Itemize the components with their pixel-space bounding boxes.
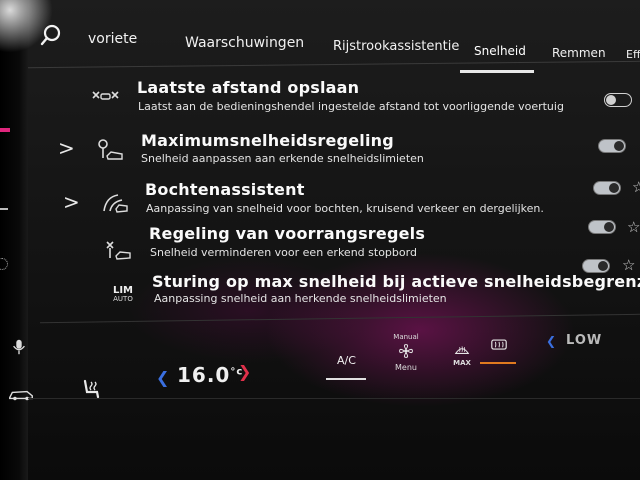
tab-waarschuwingen[interactable]: Waarschuwingen	[185, 35, 304, 51]
chevron-right-icon[interactable]: >	[58, 136, 75, 160]
chevron-right-icon[interactable]: >	[63, 190, 80, 214]
tab-favorieten[interactable]: voriete	[88, 31, 137, 47]
windshield-defrost-icon	[454, 346, 470, 354]
favorite-star-icon[interactable]: ☆	[622, 256, 635, 274]
setting-row-max-speed-limiter[interactable]: LIM AUTO Sturing op max snelheid bij act…	[0, 259, 640, 312]
setting-row-curve-assist[interactable]: > Bochtenassistent Aanpassing van snelhe…	[0, 178, 621, 224]
toggle-max-speed-limiter[interactable]	[582, 259, 610, 273]
distance-icon	[92, 91, 119, 100]
tab-effect[interactable]: Eff	[626, 48, 640, 61]
microphone-icon[interactable]	[10, 338, 28, 356]
temperature-number: 16.0	[177, 363, 231, 387]
menu-label: Menu	[395, 363, 417, 372]
fan-level-value: LOW	[566, 333, 603, 348]
toggle-knob	[609, 183, 619, 193]
right-of-way-icon	[106, 241, 131, 260]
setting-title: Maximumsnelheidsregeling	[141, 131, 394, 150]
setting-subtitle: Snelheid verminderen voor een erkend sto…	[150, 246, 417, 259]
setting-title: Regeling van voorrangsregels	[149, 224, 426, 243]
settings-bottom-divider	[40, 313, 640, 324]
fan-mode-label: Manual	[393, 333, 419, 341]
fan-menu-button[interactable]: Manual Menu	[386, 333, 426, 375]
infotainment-screen: voriete Waarschuwingen Rijstrookassisten…	[0, 0, 640, 480]
max-defrost-button[interactable]: MAX	[448, 340, 476, 367]
auto-label: AUTO	[113, 295, 133, 303]
tab-divider	[28, 60, 640, 69]
tab-rijstrookassistentie[interactable]: Rijstrookassistentie	[333, 39, 459, 54]
temperature-down-button[interactable]: ❮	[156, 368, 169, 387]
speed-limit-icon	[98, 139, 123, 160]
car-icon[interactable]	[8, 388, 34, 402]
climate-bottom-divider	[28, 398, 640, 399]
toggle-last-distance[interactable]	[604, 93, 632, 107]
tab-remmen[interactable]: Remmen	[552, 46, 606, 60]
setting-subtitle: Snelheid aanpassen aan erkende snelheids…	[141, 152, 424, 165]
setting-title: Laatste afstand opslaan	[137, 78, 360, 97]
active-tab-indicator	[460, 70, 534, 73]
tab-snelheid[interactable]: Snelheid	[474, 44, 526, 58]
toggle-knob	[598, 261, 608, 271]
toggle-curve-assist[interactable]	[593, 181, 621, 195]
setting-title: Bochtenassistent	[145, 180, 305, 199]
search-icon[interactable]	[40, 24, 64, 48]
fan-icon	[399, 344, 413, 358]
favorite-star-icon[interactable]: ☆	[627, 218, 640, 236]
toggle-max-speed[interactable]	[598, 139, 626, 153]
lim-label: LIM	[112, 285, 134, 296]
max-label: MAX	[453, 359, 471, 367]
seat-heating-icon[interactable]	[80, 378, 102, 400]
rear-defrost-icon[interactable]	[490, 338, 508, 353]
temperature-value: 16.0°c	[177, 363, 243, 387]
favorite-star-icon[interactable]: ☆	[632, 178, 640, 196]
fan-level-down-button[interactable]: ❮	[546, 334, 556, 348]
setting-subtitle: Aanpassing snelheid aan herkende snelhei…	[154, 292, 447, 305]
toggle-knob	[614, 141, 624, 151]
toggle-knob	[606, 95, 616, 105]
setting-subtitle: Laatst aan de bedieningshendel ingesteld…	[138, 100, 564, 113]
toggle-right-of-way[interactable]	[588, 220, 616, 234]
setting-row-max-speed[interactable]: > Maximumsnelheidsregeling Snelheid aanp…	[0, 128, 626, 174]
ac-button[interactable]: A/C	[337, 354, 356, 367]
rear-defrost-active-indicator	[480, 362, 516, 364]
curve-assist-icon	[103, 194, 128, 213]
toggle-knob	[604, 222, 614, 232]
setting-row-last-distance[interactable]: Laatste afstand opslaan Laatst aan de be…	[0, 74, 632, 120]
temperature-up-button[interactable]: ❯	[238, 362, 251, 381]
ac-active-indicator	[326, 378, 366, 380]
setting-subtitle: Aanpassing van snelheid voor bochten, kr…	[146, 202, 544, 215]
lim-auto-icon: LIM AUTO	[110, 286, 136, 304]
setting-title: Sturing op max snelheid bij actieve snel…	[152, 272, 640, 291]
